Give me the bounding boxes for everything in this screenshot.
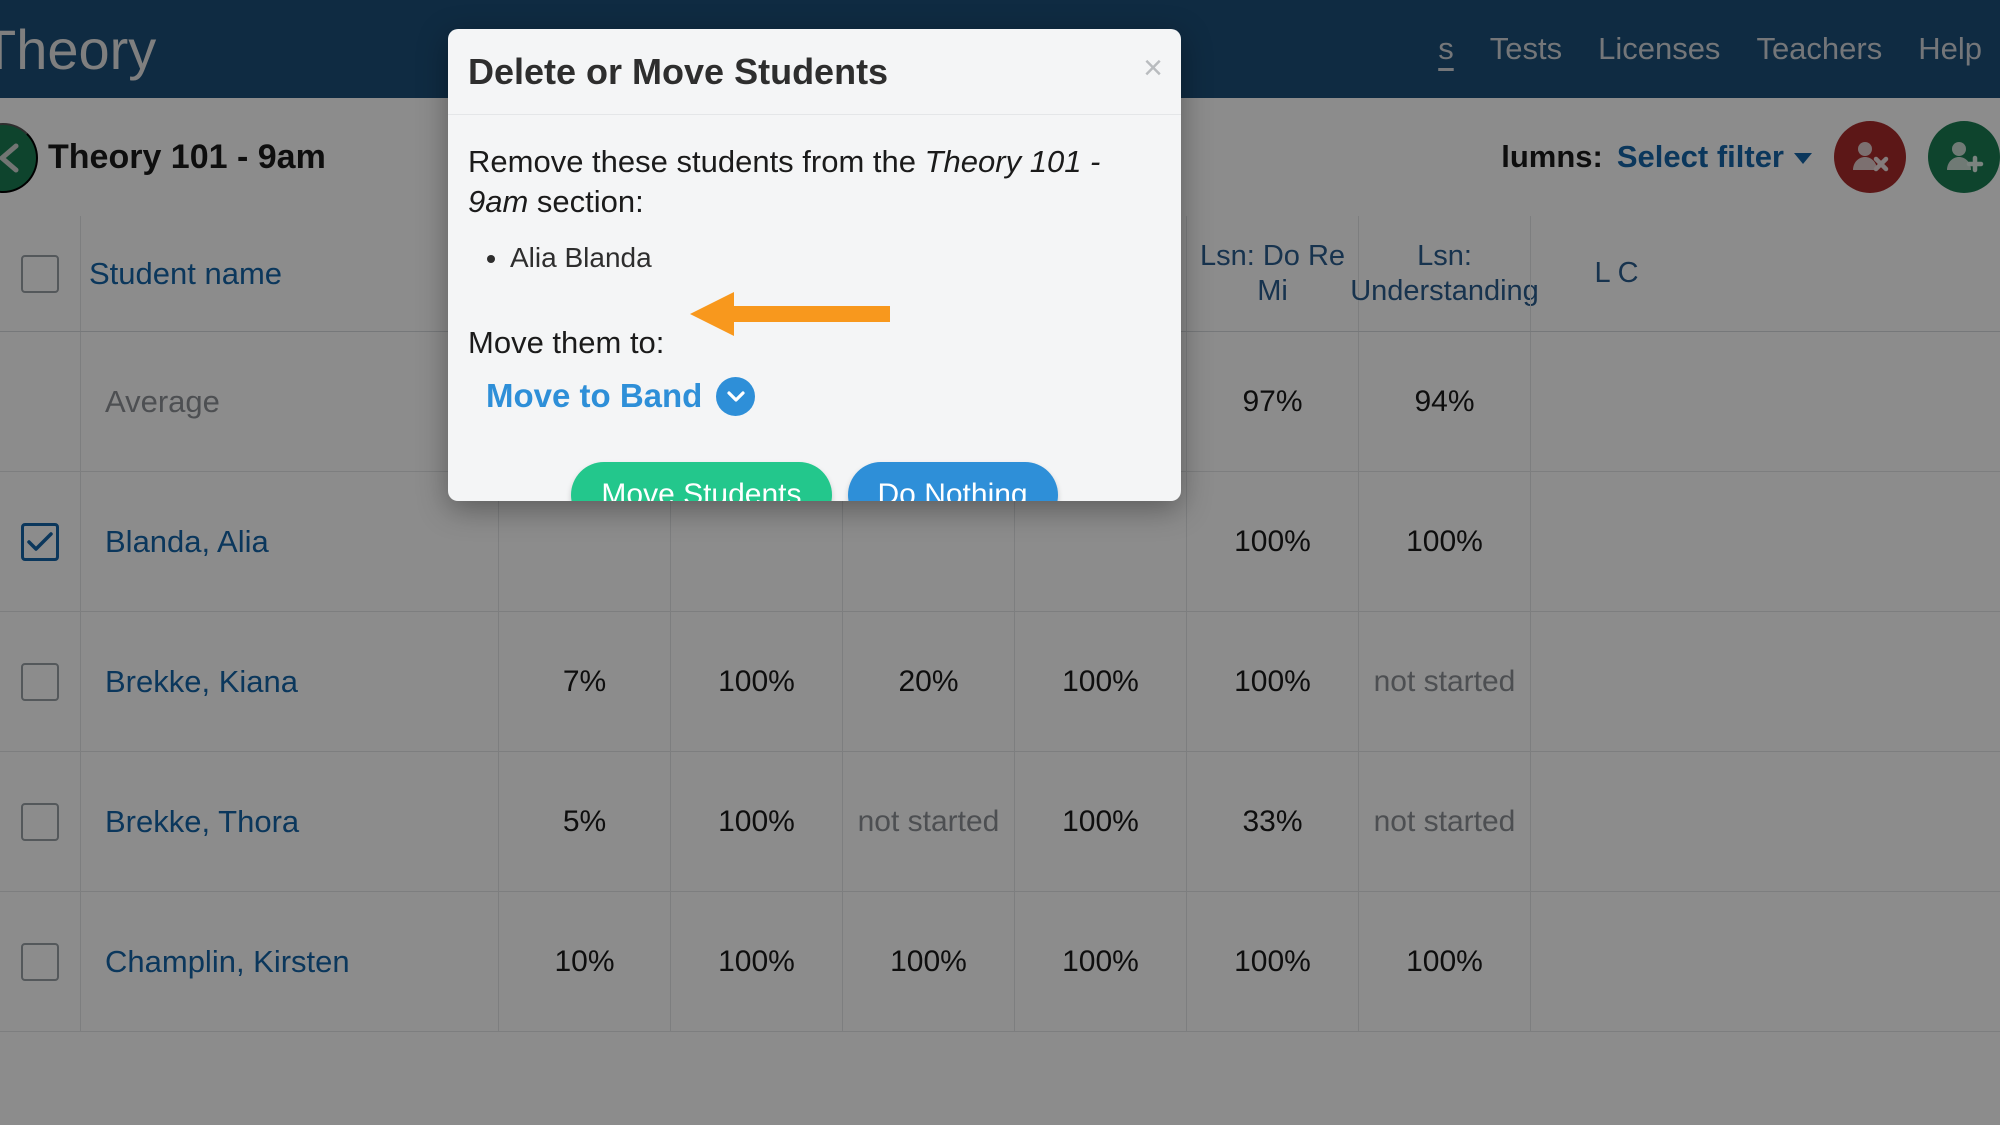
nav-links: s Tests Licenses Teachers Help	[1420, 0, 2000, 98]
table-row: Brekke, Kiana 7% 100% 20% 100% 100% not …	[0, 612, 2000, 752]
row-value	[1530, 612, 1702, 751]
row-value: 100%	[1186, 612, 1358, 751]
row-checkbox-cell[interactable]	[0, 332, 80, 471]
row-value: 100%	[1014, 612, 1186, 751]
row-student-name[interactable]: Blanda, Alia	[80, 472, 498, 611]
person-add-icon	[1947, 142, 1984, 173]
row-value: 100%	[1358, 472, 1530, 611]
nav-link-tests[interactable]: Tests	[1472, 31, 1580, 67]
check-icon	[27, 531, 53, 551]
left-arrow-annotation	[690, 292, 890, 336]
person-remove-icon	[1853, 142, 1889, 172]
table-row: Champlin, Kirsten 10% 100% 100% 100% 100…	[0, 892, 2000, 1032]
row-value: 100%	[842, 892, 1014, 1031]
nav-link-licenses[interactable]: Licenses	[1580, 31, 1738, 67]
row-value: 94%	[1358, 332, 1530, 471]
row-value: not started	[1358, 612, 1530, 751]
dialog-header: Delete or Move Students ×	[448, 29, 1181, 115]
remove-suffix: section:	[528, 184, 644, 220]
dialog-action-buttons: Move Students Do Nothing	[468, 461, 1161, 501]
remove-students-button[interactable]	[1834, 121, 1906, 193]
row-label-average: Average	[80, 332, 498, 471]
row-value: 100%	[1358, 892, 1530, 1031]
row-value: 5%	[498, 752, 670, 891]
nav-link-teachers[interactable]: Teachers	[1738, 31, 1900, 67]
select-filter-label: Select filter	[1616, 139, 1784, 174]
row-checkbox[interactable]	[21, 942, 59, 981]
chevron-down-icon	[1794, 153, 1812, 165]
move-to-band-label: Move to Band	[486, 377, 703, 415]
row-value: 10%	[498, 892, 670, 1031]
column-header-student-name[interactable]: Student name	[80, 216, 498, 331]
row-checkbox-cell[interactable]	[0, 892, 80, 1031]
nav-link-students[interactable]: s	[1420, 31, 1472, 67]
row-student-name[interactable]: Brekke, Thora	[80, 752, 498, 891]
app-brand: Theory	[0, 17, 157, 81]
move-students-button[interactable]: Move Students	[571, 461, 832, 501]
row-checkbox[interactable]	[21, 522, 59, 561]
row-value: 100%	[670, 612, 842, 751]
nav-link-help[interactable]: Help	[1900, 31, 2000, 67]
chevron-down-glyph	[727, 390, 745, 402]
row-value	[1530, 332, 1702, 471]
add-students-button[interactable]	[1928, 121, 2000, 193]
row-checkbox-cell[interactable]	[0, 472, 80, 611]
row-value: 100%	[1014, 892, 1186, 1031]
toolbar-right-group: lumns: Select filter	[1501, 98, 2000, 216]
select-filter-dropdown[interactable]: Select filter	[1617, 139, 1812, 175]
row-value	[1530, 892, 1702, 1031]
row-value: 7%	[498, 612, 670, 751]
row-value: 100%	[1014, 752, 1186, 891]
chevron-down-icon[interactable]	[716, 376, 756, 416]
remove-prefix: Remove these students from the	[468, 144, 925, 179]
table-row: Brekke, Thora 5% 100% not started 100% 3…	[0, 752, 2000, 892]
delete-or-move-students-dialog: Delete or Move Students × Remove these s…	[448, 29, 1181, 501]
row-value: 100%	[670, 752, 842, 891]
remove-instruction: Remove these students from the Theory 10…	[468, 142, 1161, 223]
row-value: 20%	[842, 612, 1014, 751]
page-title: Theory 101 - 9am	[48, 138, 326, 176]
column-header-lsn-understanding[interactable]: Lsn: Understanding	[1350, 216, 1539, 331]
column-header-lsn-partial[interactable]: L C	[1530, 216, 1702, 331]
do-nothing-button[interactable]: Do Nothing	[847, 461, 1058, 501]
select-all-cell[interactable]	[0, 216, 80, 331]
row-value	[1530, 752, 1702, 891]
dialog-title: Delete or Move Students	[468, 50, 889, 92]
row-value: not started	[1358, 752, 1530, 891]
column-header-lsn-do-re-mi[interactable]: Lsn: Do Re Mi	[1186, 216, 1358, 331]
row-checkbox-cell[interactable]	[0, 612, 80, 751]
list-item: Alia Blanda	[510, 237, 1161, 279]
row-value: 97%	[1186, 332, 1358, 471]
columns-label: lumns:	[1501, 139, 1603, 174]
chevron-left-icon	[0, 143, 19, 173]
row-student-name[interactable]: Brekke, Kiana	[80, 612, 498, 751]
move-target-dropdown[interactable]: Move to Band	[486, 376, 1161, 416]
row-checkbox[interactable]	[21, 662, 59, 701]
select-all-checkbox[interactable]	[21, 254, 59, 293]
row-value: 100%	[1186, 472, 1358, 611]
back-button[interactable]	[0, 123, 38, 193]
row-value	[1530, 472, 1702, 611]
students-to-remove-list: Alia Blanda	[510, 237, 1161, 279]
row-value: 100%	[1186, 892, 1358, 1031]
close-icon[interactable]: ×	[1143, 51, 1163, 85]
row-checkbox-cell[interactable]	[0, 752, 80, 891]
row-student-name[interactable]: Champlin, Kirsten	[80, 892, 498, 1031]
row-checkbox[interactable]	[21, 802, 59, 841]
row-value: 33%	[1186, 752, 1358, 891]
row-value: not started	[842, 752, 1014, 891]
row-value: 100%	[670, 892, 842, 1031]
